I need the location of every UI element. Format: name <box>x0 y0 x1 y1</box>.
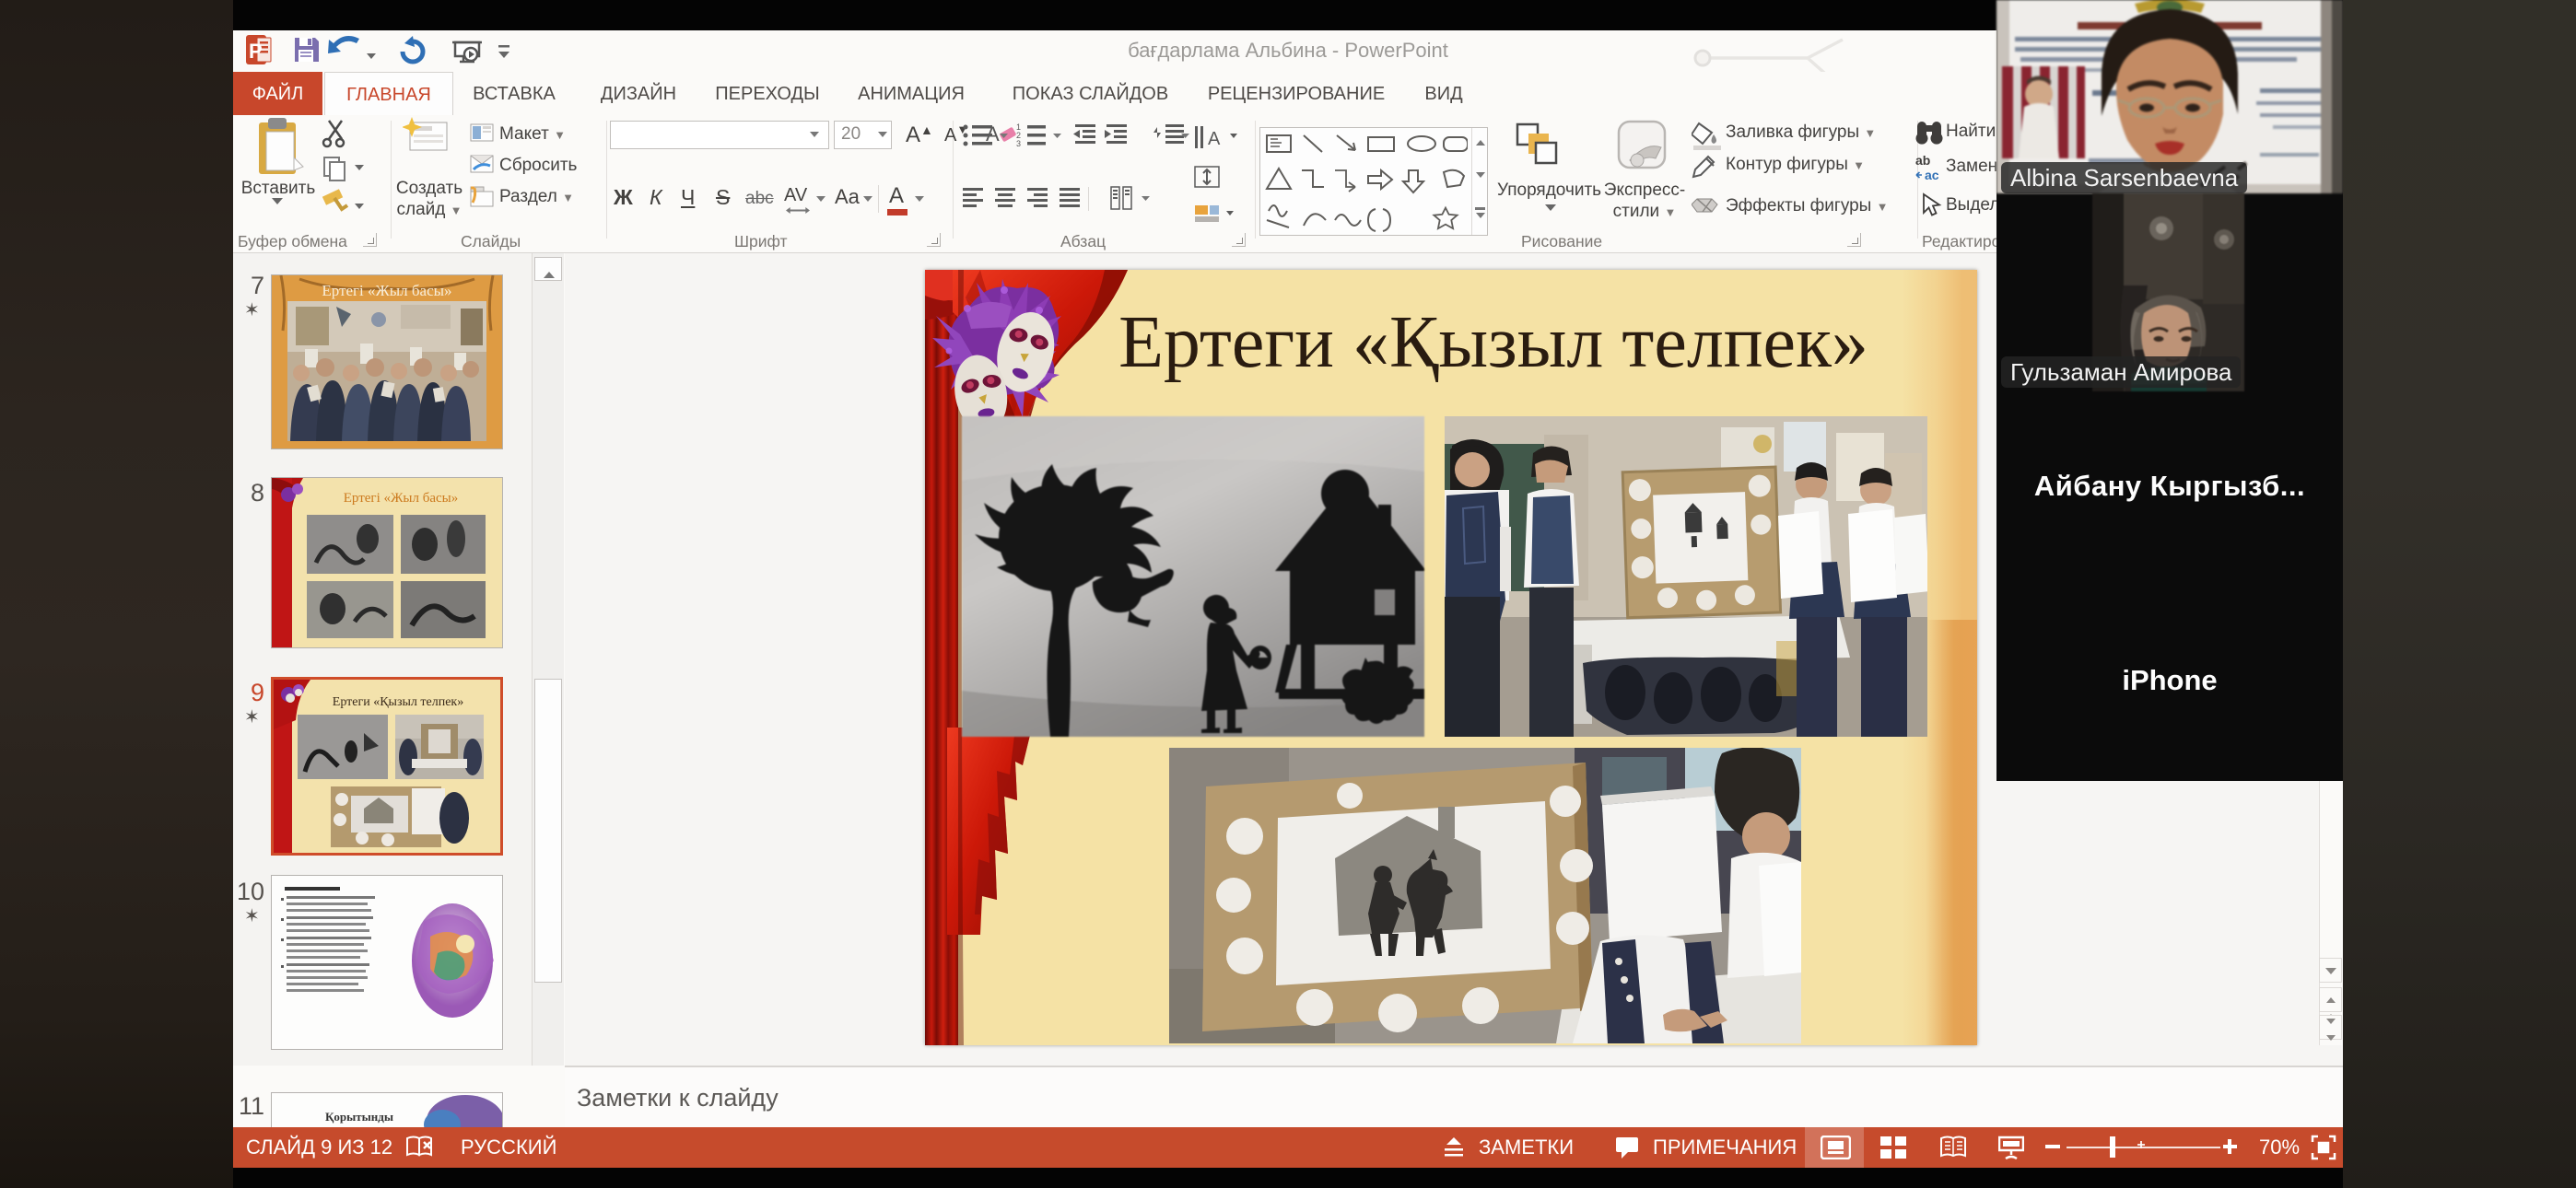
svg-text:Ертегі «Жыл басы»: Ертегі «Жыл басы» <box>344 491 459 506</box>
svg-text:P: P <box>249 40 263 63</box>
svg-text:A: A <box>1208 129 1221 149</box>
svg-text:ac: ac <box>1925 168 1939 182</box>
svg-text:Қорытынды: Қорытынды <box>325 1110 393 1124</box>
svg-text:ab: ab <box>1915 153 1930 168</box>
svg-text:Ертегі «Жыл басы»: Ертегі «Жыл басы» <box>322 282 451 299</box>
svg-text:3: 3 <box>1016 139 1021 148</box>
svg-text:Ертеги «Қызыл телпек»: Ертеги «Қызыл телпек» <box>333 695 463 709</box>
